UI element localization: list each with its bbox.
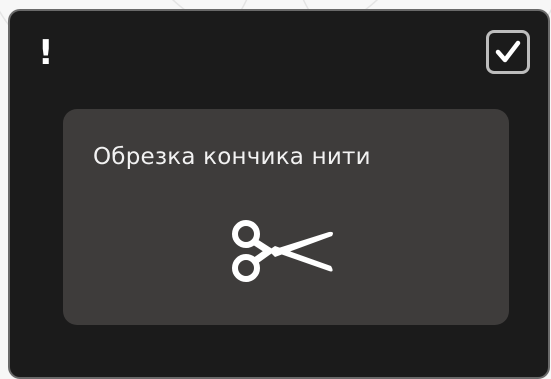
alert-icon: ! — [38, 33, 54, 73]
confirm-button[interactable] — [486, 30, 530, 74]
message-panel: Обрезка кончика нити — [63, 109, 509, 325]
scissors-icon — [232, 220, 333, 282]
thread-trim-dialog: ! Обрезка кончика нити — [8, 9, 550, 379]
checkmark-icon — [495, 40, 521, 63]
message-text: Обрезка кончика нити — [93, 144, 371, 170]
